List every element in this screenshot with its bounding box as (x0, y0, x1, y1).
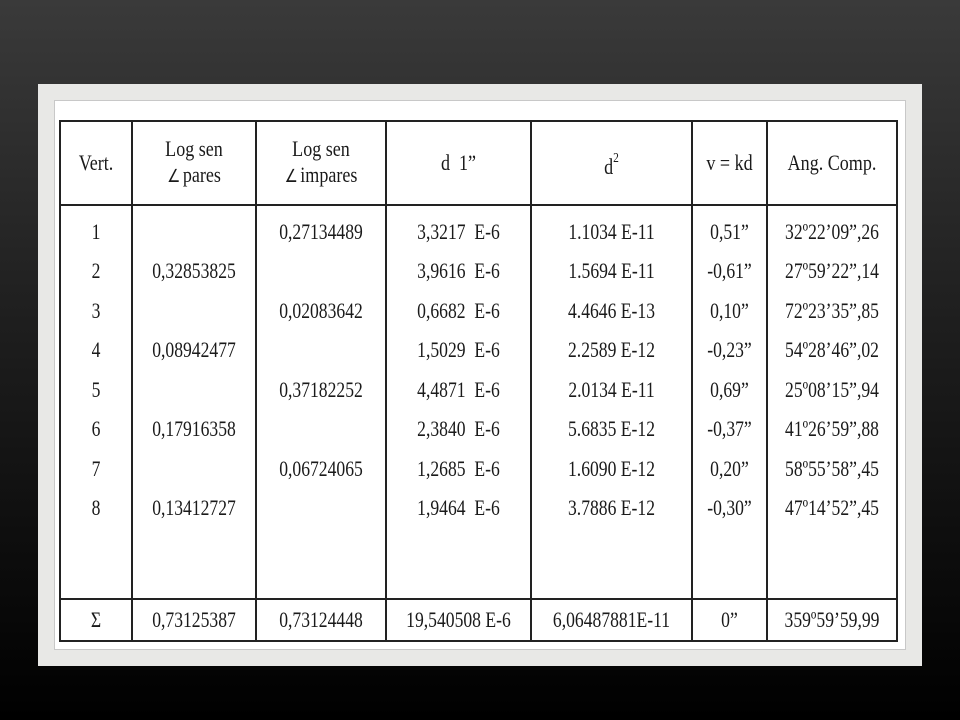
cell-d1: 1,2685 E-6 (385, 449, 532, 489)
cell-vert: 1 (59, 205, 133, 252)
cell-log-pares: 0,32853825 (131, 251, 257, 291)
cell-ang-comp: 72º23’35”,85 (766, 291, 898, 331)
table-header-row: Vert. Log sen ∠ pares Log sen ∠ impares d … (60, 120, 897, 206)
cell-vert: 7 (59, 449, 133, 489)
cell-log-pares: 0,08942477 (131, 330, 257, 370)
cell-v: -0,30” (691, 488, 768, 528)
cell-d1: 3,9616 E-6 (385, 251, 532, 291)
cell-vert: 5 (59, 370, 133, 410)
table-row: 1 0,27134489 3,3217 E-6 1.1034 E-11 0,51” 32º… (59, 205, 898, 252)
header-vert: Vert. (65, 120, 127, 206)
cell-d-squared: 2.2589 E-12 (530, 330, 693, 370)
totals-pares: 0,73125387 (131, 598, 257, 642)
slide-frame: Vert. Log sen ∠ pares Log sen ∠ impares d … (38, 84, 922, 666)
cell-v: 0,51” (691, 205, 768, 252)
table-row: 6 0,17916358 2,3840 E-6 5.6835 E-12 -0,37” 41… (59, 409, 898, 449)
cell-d1: 0,6682 E-6 (385, 291, 532, 331)
cell-log-pares (131, 205, 257, 252)
cell-log-impares: 0,06724065 (255, 449, 387, 489)
cell-ang-comp: 41º26’59”,88 (766, 409, 898, 449)
header-log-sen-pares-line2: pares (182, 162, 221, 187)
cell-log-pares: 0,17916358 (131, 409, 257, 449)
table-row: 3 0,02083642 0,6682 E-6 4.4646 E-13 0,10” 72º… (59, 291, 898, 331)
cell-ang-comp: 25º08’15”,94 (766, 370, 898, 410)
cell-v: -0,61” (691, 251, 768, 291)
cell-d1: 3,3217 E-6 (385, 205, 532, 252)
cell-log-impares: 0,37182252 (255, 370, 387, 410)
totals-impares: 0,73124448 (255, 598, 387, 642)
cell-d-squared: 2.0134 E-11 (530, 370, 693, 410)
table-row: 4 0,08942477 1,5029 E-6 2.2589 E-12 -0,23” 54… (59, 330, 898, 370)
header-d-squared-exponent: 2 (613, 151, 619, 166)
cell-log-impares (255, 409, 387, 449)
cell-log-impares (255, 330, 387, 370)
totals-v: 0” (691, 598, 768, 642)
cell-log-pares (131, 449, 257, 489)
angle-symbol-icon: ∠ (284, 166, 298, 187)
totals-sigma: Σ (59, 598, 133, 642)
header-log-sen-impares-line2: impares (300, 162, 358, 187)
header-d-squared: d2 (544, 120, 679, 206)
cell-vert: 8 (59, 488, 133, 528)
cell-d1: 4,4871 E-6 (385, 370, 532, 410)
cell-v: -0,23” (691, 330, 768, 370)
cell-ang-comp: 27º59’22”,14 (766, 251, 898, 291)
table-body: 1 0,27134489 3,3217 E-6 1.1034 E-11 0,51” 32º… (59, 205, 898, 599)
cell-vert: 6 (59, 409, 133, 449)
cell-d-squared: 4.4646 E-13 (530, 291, 693, 331)
totals-ang: 359º59’59,99 (766, 598, 898, 642)
table-row: 8 0,13412727 1,9464 E-6 3.7886 E-12 -0,30” 47… (59, 488, 898, 528)
cell-d-squared: 3.7886 E-12 (530, 488, 693, 528)
cell-vert: 4 (59, 330, 133, 370)
header-log-sen-pares: Log sen ∠ pares (142, 120, 246, 206)
cell-log-impares: 0,27134489 (255, 205, 387, 252)
cell-d-squared: 1.6090 E-12 (530, 449, 693, 489)
cell-d1: 1,5029 E-6 (385, 330, 532, 370)
table-row: 5 0,37182252 4,4871 E-6 2.0134 E-11 0,69” 25º… (59, 370, 898, 410)
cell-d1: 2,3840 E-6 (385, 409, 532, 449)
cell-v: -0,37” (691, 409, 768, 449)
cell-log-pares (131, 370, 257, 410)
cell-d1: 1,9464 E-6 (385, 488, 532, 528)
table-spacer-row (59, 528, 898, 599)
cell-log-impares (255, 251, 387, 291)
cell-ang-comp: 58º55’58”,45 (766, 449, 898, 489)
cell-log-pares: 0,13412727 (131, 488, 257, 528)
cell-d-squared: 1.5694 E-11 (530, 251, 693, 291)
header-log-sen-impares-line1: Log sen (292, 136, 350, 161)
totals-row: Σ 0,73125387 0,73124448 19,540508 E-6 6,… (59, 598, 898, 642)
cell-vert: 2 (59, 251, 133, 291)
cell-d-squared: 1.1034 E-11 (530, 205, 693, 252)
cell-log-pares (131, 291, 257, 331)
scanned-table-image: Vert. Log sen ∠ pares Log sen ∠ impares d … (54, 100, 906, 650)
cell-v: 0,69” (691, 370, 768, 410)
cell-ang-comp: 32º22’09”,26 (766, 205, 898, 252)
cell-log-impares: 0,02083642 (255, 291, 387, 331)
table-row: 7 0,06724065 1,2685 E-6 1.6090 E-12 0,20” 58º… (59, 449, 898, 489)
cell-d-squared: 5.6835 E-12 (530, 409, 693, 449)
angle-symbol-icon: ∠ (167, 166, 181, 187)
table-row: 2 0,32853825 3,9616 E-6 1.5694 E-11 -0,61” 27… (59, 251, 898, 291)
totals-d1: 19,540508 E-6 (385, 598, 532, 642)
header-log-sen-impares: Log sen ∠ impares (266, 120, 376, 206)
totals-d2: 6,06487881E-11 (530, 598, 693, 642)
header-ang-comp: Ang. Comp. (777, 120, 887, 206)
cell-vert: 3 (59, 291, 133, 331)
header-v-kd: v = kd (697, 120, 762, 206)
cell-log-impares (255, 488, 387, 528)
header-d1: d 1” (398, 120, 519, 206)
cell-v: 0,20” (691, 449, 768, 489)
cell-v: 0,10” (691, 291, 768, 331)
cell-ang-comp: 47º14’52”,45 (766, 488, 898, 528)
cell-ang-comp: 54º28’46”,02 (766, 330, 898, 370)
compensation-table: Vert. Log sen ∠ pares Log sen ∠ impares d … (59, 120, 898, 642)
header-log-sen-pares-line1: Log sen (165, 136, 223, 161)
